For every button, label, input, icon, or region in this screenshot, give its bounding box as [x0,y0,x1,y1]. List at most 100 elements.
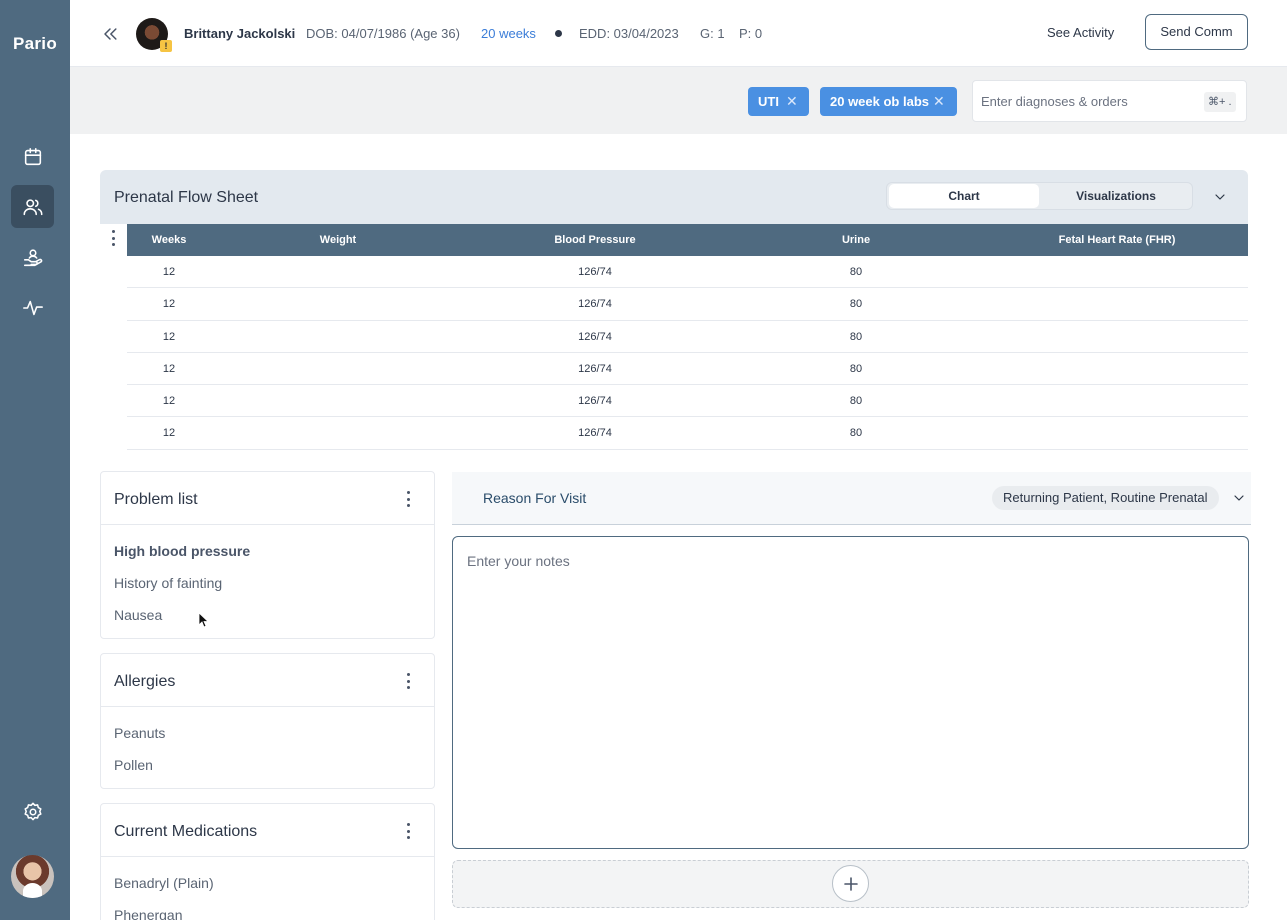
care-icon [23,248,42,266]
cell-weeks: 12 [162,298,176,311]
diagnoses-orders-input[interactable] [981,91,1181,111]
cell-urine: 80 [849,266,863,278]
table-row[interactable]: 12 126/74 80 [127,385,1248,418]
medications-card: Current Medications Benadryl (Plain) Phe… [100,803,435,920]
cell-blood-pressure: 126/74 [578,330,612,343]
reason-for-visit-header: Reason For Visit Returning Patient, Rout… [452,472,1251,525]
col-weight[interactable]: Weight [320,234,356,246]
order-chip-ob-labs[interactable]: 20 week ob labs ✕ [820,87,957,116]
col-weeks[interactable]: Weeks [152,234,187,246]
remove-chip-icon[interactable]: ✕ [786,87,798,116]
tab-visualizations[interactable]: Visualizations [1041,184,1191,208]
gear-icon [23,802,42,820]
patient-dob: DOB: 04/07/1986 (Age 36) [306,26,460,41]
col-blood-pressure[interactable]: Blood Pressure [554,234,635,246]
list-item[interactable]: High blood pressure [114,543,250,559]
warning-icon: ! [160,40,172,52]
table-row[interactable]: 12 126/74 80 [127,417,1248,450]
app-logo[interactable]: Pario [0,34,70,54]
cell-urine: 80 [849,362,863,375]
list-item[interactable]: Phenergan [114,907,183,920]
visit-type-select[interactable]: Returning Patient, Routine Prenatal [992,486,1219,510]
flow-sheet-header: Prenatal Flow Sheet Chart Visualizations [100,170,1248,224]
activity-icon [22,300,43,315]
medications-title: Current Medications [114,823,258,840]
view-toggle: Chart Visualizations [886,182,1193,210]
patients-icon [23,198,42,215]
remove-chip-icon[interactable]: ✕ [933,87,945,116]
separator-dot [555,30,562,37]
flow-sheet-table-body: 12 126/74 80 12 126/74 80 12 126/74 80 1… [127,256,1248,450]
flow-sheet-table-header: Weeks Weight Blood Pressure Urine Fetal … [127,224,1248,256]
double-chevron-left-icon [104,28,117,40]
nav-calendar[interactable] [11,135,54,178]
list-item[interactable]: Benadryl (Plain) [114,875,214,891]
reason-for-visit-title: Reason For Visit [483,490,587,506]
chevron-down-icon [1215,194,1225,200]
chip-label: 20 week ob labs [830,94,929,109]
gestation-weeks[interactable]: 20 weeks [481,26,536,41]
tab-chart[interactable]: Chart [889,184,1039,208]
table-menu-icon[interactable] [105,228,121,248]
problem-list-title: Problem list [114,491,198,508]
cell-blood-pressure: 126/74 [578,298,612,311]
cell-blood-pressure: 126/74 [578,427,612,440]
visit-notes-input[interactable] [452,536,1249,849]
medications-menu-icon[interactable] [400,821,416,841]
table-row[interactable]: 12 126/74 80 [127,321,1248,353]
cell-blood-pressure: 126/74 [578,362,612,375]
table-row[interactable]: 12 126/74 80 [127,288,1248,321]
send-comm-button[interactable]: Send Comm [1145,14,1248,50]
flow-sheet-title: Prenatal Flow Sheet [114,189,259,206]
divider [101,856,434,857]
orders-search[interactable]: ⌘+ . [972,80,1247,122]
cell-weeks: 12 [162,395,176,408]
col-urine[interactable]: Urine [842,234,870,246]
keyboard-shortcut-badge: ⌘+ . [1204,92,1236,112]
nav-settings[interactable] [11,790,54,833]
table-row[interactable]: 12 126/74 80 [127,256,1248,289]
allergies-menu-icon[interactable] [400,671,416,691]
allergies-card: Allergies Peanuts Pollen [100,653,435,789]
table-row[interactable]: 12 126/74 80 [127,353,1248,386]
problem-list-card: Problem list High blood pressure History… [100,471,435,639]
chip-label: UTI [758,94,779,109]
cell-blood-pressure: 126/74 [578,395,612,408]
patient-header: ! Brittany Jackolski DOB: 04/07/1986 (Ag… [70,0,1287,67]
cell-urine: 80 [849,427,863,440]
collapse-flow-sheet-button[interactable] [1212,189,1228,205]
patient-name[interactable]: Brittany Jackolski [184,26,295,41]
col-fhr[interactable]: Fetal Heart Rate (FHR) [1059,234,1176,246]
patient-edd: EDD: 03/04/2023 [579,26,679,41]
plus-icon [843,876,858,891]
divider [101,524,434,525]
add-section-zone [452,860,1249,908]
visit-type-dropdown-button[interactable] [1231,490,1247,506]
cell-weeks: 12 [162,266,176,278]
gravida: G: 1 [700,26,725,41]
sidebar: Pario [0,0,70,920]
collapse-sidebar-button[interactable] [100,24,120,44]
nav-patients[interactable] [11,185,54,228]
cell-weeks: 12 [162,427,176,440]
orders-bar: UTI ✕ 20 week ob labs ✕ ⌘+ . [70,67,1287,134]
allergies-title: Allergies [114,673,176,690]
see-activity-link[interactable]: See Activity [1047,25,1114,40]
list-item[interactable]: Peanuts [114,725,165,741]
cell-urine: 80 [849,395,863,408]
cell-weeks: 12 [162,330,176,343]
problem-list-menu-icon[interactable] [400,489,416,509]
add-section-button[interactable] [832,865,869,902]
cell-blood-pressure: 126/74 [578,266,612,278]
nav-activity[interactable] [11,286,54,329]
cell-weeks: 12 [162,362,176,375]
calendar-icon [24,147,41,165]
order-chip-uti[interactable]: UTI ✕ [748,87,809,116]
list-item[interactable]: Pollen [114,757,153,773]
user-avatar[interactable] [11,855,54,898]
cell-urine: 80 [849,298,863,311]
divider [101,706,434,707]
nav-care[interactable] [11,236,54,279]
list-item[interactable]: Nausea [114,607,162,623]
list-item[interactable]: History of fainting [114,575,222,591]
